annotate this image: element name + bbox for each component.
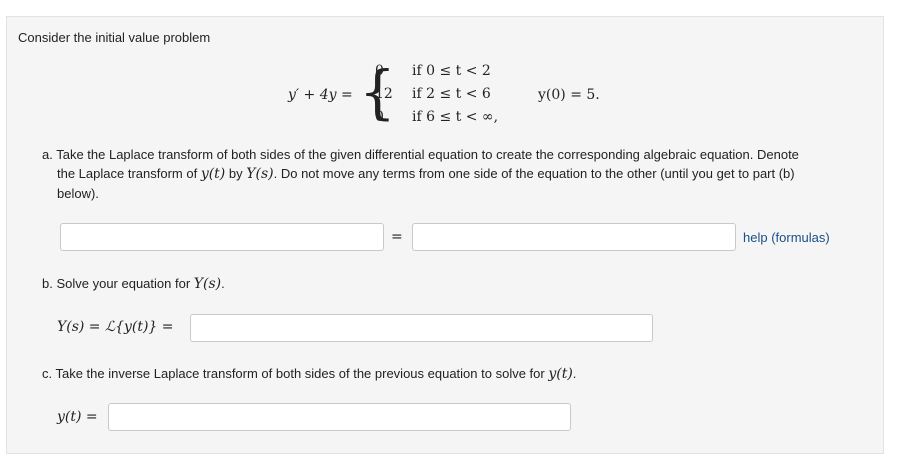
case-condition-1: if 0 ≤ t < 2 (412, 63, 491, 79)
equation-lhs: y′ + 4y = (288, 87, 353, 103)
equals-sign: = (391, 229, 403, 245)
Ys-input[interactable] (190, 314, 653, 342)
part-c-prompt: c. Take the inverse Laplace transform of… (42, 366, 577, 382)
case-value-2: 12 (375, 86, 393, 102)
help-formulas-link[interactable]: help (formulas) (743, 230, 830, 245)
part-c-label: y(t) = (57, 409, 98, 425)
part-b-label: Y(s) = ℒ{y(t)} = (57, 319, 174, 335)
laplace-rhs-input[interactable] (412, 223, 736, 251)
initial-condition: y(0) = 5. (538, 87, 600, 103)
intro-text: Consider the initial value problem (18, 30, 211, 45)
case-condition-2: if 2 ≤ t < 6 (412, 86, 491, 102)
part-b-prompt: b. Solve your equation for Y(s). (42, 276, 225, 292)
part-a-line3: below). (57, 186, 99, 201)
laplace-lhs-input[interactable] (60, 223, 384, 251)
case-value-3: 0 (375, 109, 384, 125)
yt-input[interactable] (108, 403, 571, 431)
case-value-1: 0 (375, 63, 384, 79)
part-a-line2: the Laplace transform of y(t) by Y(s). D… (57, 166, 795, 182)
case-condition-3: if 6 ≤ t < ∞, (412, 109, 499, 125)
part-a-line1: a. Take the Laplace transform of both si… (42, 147, 799, 162)
